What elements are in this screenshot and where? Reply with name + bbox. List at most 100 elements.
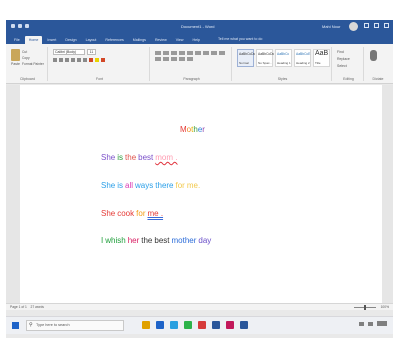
italic-icon[interactable] — [59, 58, 63, 62]
strikethrough-icon[interactable] — [71, 58, 75, 62]
format-painter-button[interactable]: Format Painter — [22, 61, 44, 67]
bold-icon[interactable] — [53, 58, 57, 62]
file-explorer-icon[interactable] — [170, 321, 178, 329]
tell-me-search[interactable]: Tell me what you want to do — [218, 37, 262, 41]
edge-icon[interactable] — [156, 321, 164, 329]
document-word: whish — [105, 236, 126, 245]
font-size-select[interactable]: 11 — [87, 49, 96, 55]
document-line-2[interactable]: She is all ways there for me. — [101, 181, 202, 190]
show-marks-icon[interactable] — [203, 51, 209, 55]
document-word: me. — [186, 181, 201, 190]
windows-start-icon[interactable] — [12, 322, 19, 329]
replace-button[interactable]: Replace — [337, 56, 350, 63]
paste-button[interactable]: Paste — [11, 62, 20, 66]
document-page[interactable]: Mother She is the best mom . She is all ways the… — [20, 85, 382, 303]
paste-icon[interactable] — [11, 49, 20, 61]
status-bar: Page 1 of 1 27 words 100% — [6, 303, 393, 310]
avatar[interactable] — [349, 22, 358, 31]
align-right-icon[interactable] — [155, 57, 161, 61]
font-color-icon[interactable] — [101, 58, 105, 62]
find-button[interactable]: Find — [337, 49, 350, 56]
paragraph-group-label: Paragraph — [183, 77, 200, 81]
style-heading-1[interactable]: AaBbCc Heading 1 — [275, 49, 292, 67]
tab-design[interactable]: Design — [61, 36, 80, 44]
document-word: cook — [117, 209, 135, 218]
zoom-slider[interactable] — [353, 304, 376, 310]
style-name: Heading 2 — [296, 61, 310, 65]
close-icon[interactable] — [384, 23, 389, 28]
style-normal[interactable]: AaBbCcDc Normal — [237, 49, 255, 67]
mail-icon[interactable] — [198, 321, 206, 329]
document-line-1[interactable]: She is the best mom . — [101, 153, 180, 162]
word-count[interactable]: 27 words — [31, 305, 44, 309]
tab-mailings[interactable]: Mailings — [129, 36, 150, 44]
align-left-icon[interactable] — [211, 51, 217, 55]
document-word: the — [141, 236, 153, 245]
font-group: Calibri (Body) 11 Font — [50, 47, 150, 81]
align-center-icon[interactable] — [219, 51, 225, 55]
tab-file[interactable]: File — [10, 36, 24, 44]
tab-view[interactable]: View — [172, 36, 188, 44]
tab-home[interactable]: Home — [24, 36, 43, 44]
style-title[interactable]: AaB Title — [313, 49, 330, 67]
photos-icon[interactable] — [226, 321, 234, 329]
save-icon[interactable] — [11, 24, 15, 28]
text-effects-icon[interactable] — [89, 58, 93, 62]
maximize-icon[interactable] — [374, 23, 379, 28]
microphone-icon[interactable] — [370, 50, 377, 61]
sort-icon[interactable] — [195, 51, 201, 55]
clipboard-commands: Cut Copy Format Painter — [22, 49, 44, 67]
bullets-icon[interactable] — [155, 51, 161, 55]
task-view-icon[interactable] — [142, 321, 150, 329]
document-line-3[interactable]: She cook for me . — [101, 209, 165, 218]
user-name[interactable]: Mahi Nour — [322, 24, 340, 29]
settings-icon[interactable] — [240, 321, 248, 329]
multilevel-list-icon[interactable] — [171, 51, 177, 55]
tab-references[interactable]: References — [101, 36, 127, 44]
zoom-slider-thumb[interactable] — [363, 304, 366, 310]
document-line-4[interactable]: Iwhish her the best mother day — [101, 236, 213, 245]
taskbar-apps — [142, 321, 248, 329]
document-word: best — [138, 153, 154, 162]
network-icon[interactable] — [359, 321, 364, 326]
shading-icon[interactable] — [179, 57, 185, 61]
ribbon-tabs: File Home Insert Design Layout References Mail… — [6, 34, 393, 44]
increase-indent-icon[interactable] — [187, 51, 193, 55]
document-word: day — [198, 236, 212, 245]
document-area[interactable]: Mother She is the best mom . She is all ways the… — [6, 85, 393, 303]
select-button[interactable]: Select — [337, 63, 350, 70]
clipboard-group: Paste Cut Copy Format Painter Clipboard — [8, 47, 48, 81]
superscript-icon[interactable] — [83, 58, 87, 62]
taskbar-search-input[interactable]: ⚲ Type here to search — [26, 320, 124, 331]
volume-icon[interactable] — [368, 321, 373, 326]
tab-layout[interactable]: Layout — [82, 36, 101, 44]
store-icon[interactable] — [184, 321, 192, 329]
highlight-icon[interactable] — [95, 58, 99, 62]
font-name-select[interactable]: Calibri (Body) — [53, 49, 85, 55]
underline-icon[interactable] — [65, 58, 69, 62]
document-word: mom . — [155, 153, 178, 162]
undo-icon[interactable] — [18, 24, 22, 28]
page-count[interactable]: Page 1 of 1 — [10, 305, 27, 309]
redo-icon[interactable] — [25, 24, 29, 28]
search-placeholder: Type here to search — [36, 323, 70, 327]
tab-help[interactable]: Help — [188, 36, 203, 44]
decrease-indent-icon[interactable] — [179, 51, 185, 55]
numbering-icon[interactable] — [163, 51, 169, 55]
style-heading-2[interactable]: AaBbCcE Heading 2 — [294, 49, 311, 67]
style-no-spacing[interactable]: AaBbCcDc No Spac... — [256, 49, 274, 67]
justify-icon[interactable] — [163, 57, 169, 61]
style-name: Heading 1 — [277, 61, 291, 65]
borders-icon[interactable] — [187, 57, 193, 61]
minimize-icon[interactable] — [364, 23, 369, 28]
document-word: for — [175, 181, 185, 190]
word-icon[interactable] — [212, 321, 220, 329]
document-title[interactable]: Mother — [180, 125, 205, 134]
subscript-icon[interactable] — [77, 58, 81, 62]
paragraph-group: Paragraph — [152, 47, 232, 81]
tab-review[interactable]: Review — [151, 36, 171, 44]
line-spacing-icon[interactable] — [171, 57, 177, 61]
clock[interactable] — [377, 321, 387, 326]
zoom-level[interactable]: 100% — [381, 305, 389, 309]
tab-insert[interactable]: Insert — [43, 36, 60, 44]
